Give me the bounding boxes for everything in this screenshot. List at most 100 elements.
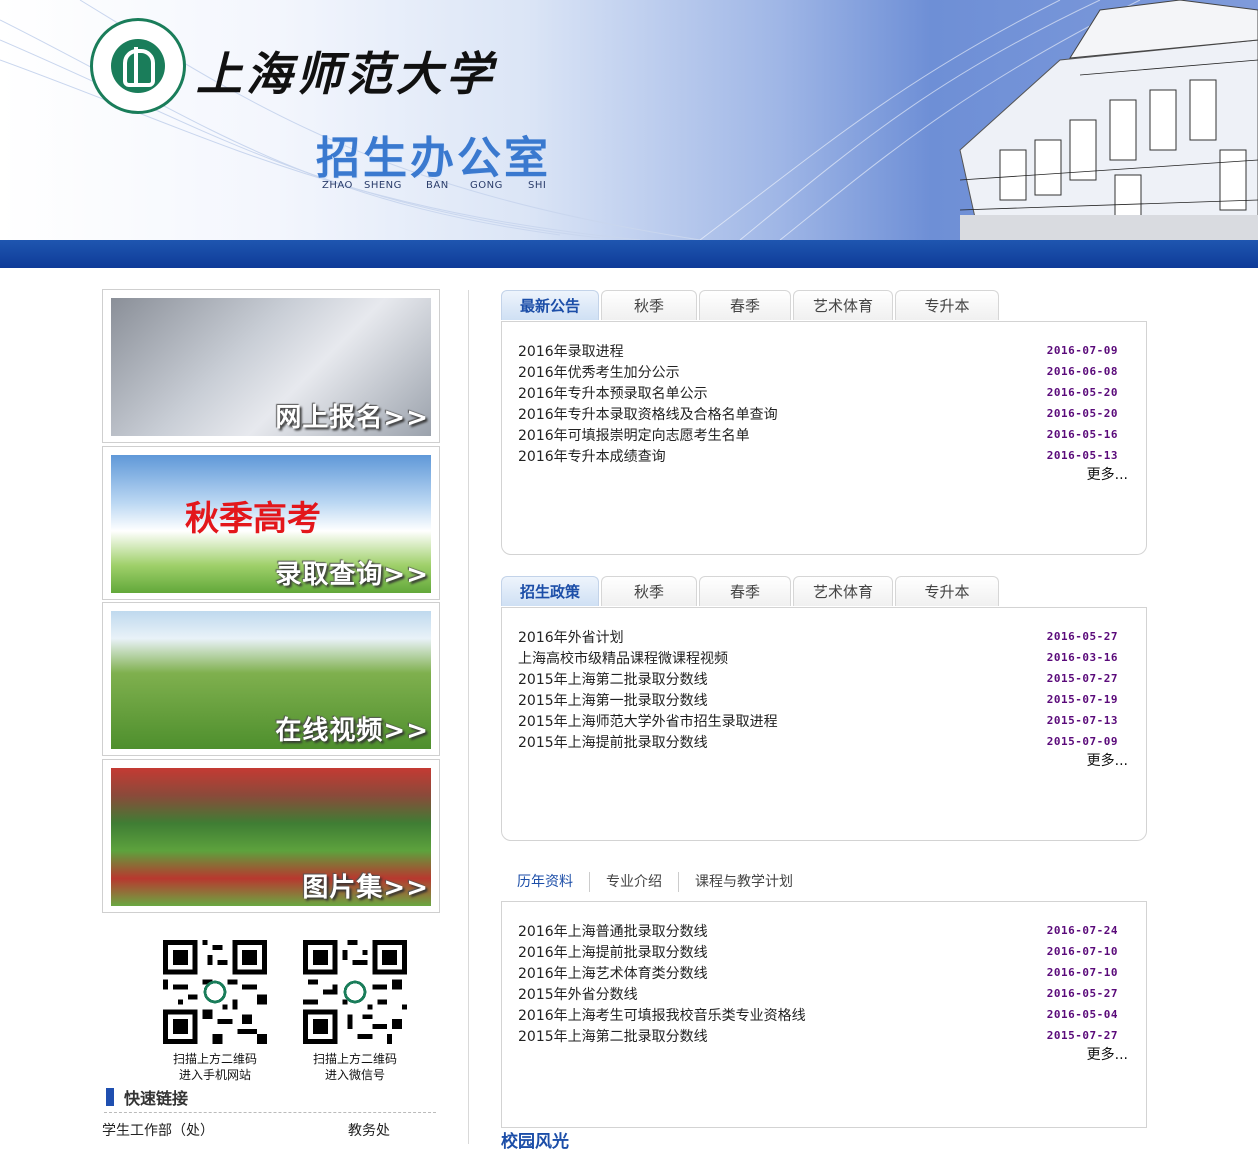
list-item-date: 2015-07-09 [1046,735,1118,748]
list-item[interactable]: 2016年可填报崇明定向志愿考生名单 2016-05-16 [518,424,1118,445]
list-item[interactable]: 2016年外省计划 2016-05-27 [518,626,1118,647]
more-link[interactable]: 更多... [1087,1044,1128,1064]
list-item-title[interactable]: 2015年上海第一批录取分数线 [518,690,708,710]
list-item-date: 2016-05-04 [1046,1008,1118,1021]
qr-caption-line: 扫描上方二维码 [172,1052,257,1066]
announcements-tabbar: 最新公告 秋季 春季 艺术体育 专升本 [501,290,1001,322]
list-item-date: 2015-07-19 [1046,693,1118,706]
list-item-date: 2016-07-10 [1046,945,1118,958]
banner-caption: 录取查询>> [275,560,429,590]
tab-upgrade[interactable]: 专升本 [895,290,999,320]
online-registration-banner[interactable]: 网上报名>> [102,289,440,443]
list-item-title[interactable]: 2016年上海考生可填报我校音乐类专业资格线 [518,1005,806,1025]
tab-autumn[interactable]: 秋季 [601,576,697,606]
qr-caption-line: 进入微信号 [324,1068,385,1082]
list-item[interactable]: 2015年上海师范大学外省市招生录取进程 2015-07-13 [518,710,1118,731]
list-item-date: 2016-06-08 [1046,365,1118,378]
list-item[interactable]: 2015年上海第一批录取分数线 2015-07-19 [518,689,1118,710]
list-item[interactable]: 2015年上海第二批录取分数线 2015-07-27 [518,1025,1118,1046]
list-item[interactable]: 2016年上海艺术体育类分数线 2016-07-10 [518,962,1118,983]
list-item[interactable]: 2016年专升本成绩查询 2016-05-13 [518,445,1118,466]
list-item-title[interactable]: 2015年上海提前批录取分数线 [518,732,708,752]
list-item-date: 2016-05-16 [1046,428,1118,441]
list-item[interactable]: 2016年优秀考生加分公示 2016-06-08 [518,361,1118,382]
announcements-panel: 2016年录取进程 2016-07-09 2016年优秀考生加分公示 2016-06… [501,321,1147,555]
tab-spring[interactable]: 春季 [699,290,791,320]
list-item[interactable]: 2016年上海提前批录取分数线 2016-07-10 [518,941,1118,962]
tab-past-materials[interactable]: 历年资料 [501,872,589,892]
online-video-banner[interactable]: 在线视频>> [102,602,440,756]
materials-panel: 2016年上海普通批录取分数线 2016-07-24 2016年上海提前批录取分数… [501,901,1147,1128]
tab-upgrade[interactable]: 专升本 [895,576,999,606]
list-item-title[interactable]: 2015年上海第二批录取分数线 [518,669,708,689]
qr-caption-line: 进入手机网站 [178,1068,251,1082]
list-item[interactable]: 2015年上海第二批录取分数线 2015-07-27 [518,668,1118,689]
policy-panel: 2016年外省计划 2016-05-27 上海高校市级精品课程微课程视频 2016-… [501,607,1147,841]
qr-caption-line: 扫描上方二维码 [312,1052,397,1066]
quick-link-student-affairs[interactable]: 学生工作部（处） [102,1120,214,1140]
materials-tabbar: 历年资料 专业介绍 课程与教学计划 [501,870,809,894]
list-item[interactable]: 上海高校市级精品课程微课程视频 2016-03-16 [518,647,1118,668]
header-blue-band [0,240,1258,268]
office-title: 招生办公室 [316,133,551,184]
pinyin-syllable: GONG [470,180,503,191]
banner-headline: 秋季高考 [185,499,321,539]
column-divider [468,290,469,1144]
office-pinyin: ZHAO SHENG BAN GONG SHI [322,180,546,191]
tab-latest-announcements[interactable]: 最新公告 [501,290,599,320]
quick-link-academic-affairs[interactable]: 教务处 [348,1120,390,1140]
banner-caption: 在线视频>> [275,716,429,746]
list-item[interactable]: 2015年上海提前批录取分数线 2015-07-09 [518,731,1118,752]
list-item-date: 2015-07-13 [1046,714,1118,727]
campus-building-illustration [959,0,1258,240]
list-item-date: 2016-05-27 [1046,987,1118,1000]
more-link[interactable]: 更多... [1087,464,1128,484]
list-item-date: 2016-07-10 [1046,966,1118,979]
list-item-title[interactable]: 2015年外省分数线 [518,984,638,1004]
list-item-title[interactable]: 上海高校市级精品课程微课程视频 [518,648,728,668]
tab-major-intro[interactable]: 专业介绍 [589,872,678,892]
list-item-title[interactable]: 2016年录取进程 [518,341,624,361]
list-item-title[interactable]: 2016年专升本预录取名单公示 [518,383,708,403]
school-name: 上海师范大学 [196,47,496,101]
list-item[interactable]: 2016年上海普通批录取分数线 2016-07-24 [518,920,1118,941]
tab-admission-policy[interactable]: 招生政策 [501,576,599,606]
quick-links-divider [104,1112,436,1113]
list-item-title[interactable]: 2016年上海普通批录取分数线 [518,921,708,941]
photo-gallery-banner[interactable]: 图片集>> [102,759,440,913]
list-item[interactable]: 2016年专升本预录取名单公示 2016-05-20 [518,382,1118,403]
wechat-qr-code [303,940,407,1044]
list-item-title[interactable]: 2016年专升本成绩查询 [518,446,666,466]
tab-spring[interactable]: 春季 [699,576,791,606]
quick-links-heading: 快速链接 [106,1086,188,1108]
list-item-date: 2016-03-16 [1046,651,1118,664]
list-item[interactable]: 2015年外省分数线 2016-05-27 [518,983,1118,1004]
admission-query-banner[interactable]: 秋季高考 录取查询>> [102,446,440,600]
university-seal-logo[interactable] [90,18,186,114]
site-header: 上海师范大学 招生办公室 ZHAO SHENG BAN GONG SHI [0,0,1258,240]
heading-marker [106,1088,114,1106]
wechat-qr-caption: 扫描上方二维码 进入微信号 [285,1051,425,1083]
list-item[interactable]: 2016年录取进程 2016-07-09 [518,340,1118,361]
more-link[interactable]: 更多... [1087,750,1128,770]
list-item-title[interactable]: 2016年上海提前批录取分数线 [518,942,708,962]
tab-curriculum[interactable]: 课程与教学计划 [678,872,809,892]
pinyin-syllable: BAN [426,180,449,191]
list-item-title[interactable]: 2015年上海师范大学外省市招生录取进程 [518,711,778,731]
announcements-list: 2016年录取进程 2016-07-09 2016年优秀考生加分公示 2016-06… [518,340,1118,466]
list-item[interactable]: 2016年专升本录取资格线及合格名单查询 2016-05-20 [518,403,1118,424]
tab-arts-sports[interactable]: 艺术体育 [793,576,893,606]
tab-autumn[interactable]: 秋季 [601,290,697,320]
mobile-site-qr-code [163,940,267,1044]
list-item-title[interactable]: 2016年专升本录取资格线及合格名单查询 [518,404,778,424]
list-item-title[interactable]: 2016年外省计划 [518,627,624,647]
list-item-title[interactable]: 2016年上海艺术体育类分数线 [518,963,708,983]
list-item[interactable]: 2016年上海考生可填报我校音乐类专业资格线 2016-05-04 [518,1004,1118,1025]
list-item-title[interactable]: 2016年可填报崇明定向志愿考生名单 [518,425,750,445]
tab-arts-sports[interactable]: 艺术体育 [793,290,893,320]
list-item-title[interactable]: 2016年优秀考生加分公示 [518,362,680,382]
mobile-site-qr-caption: 扫描上方二维码 进入手机网站 [145,1051,285,1083]
list-item-title[interactable]: 2015年上海第二批录取分数线 [518,1026,708,1046]
list-item-date: 2016-05-27 [1046,630,1118,643]
pinyin-syllable: ZHAO [322,180,353,191]
